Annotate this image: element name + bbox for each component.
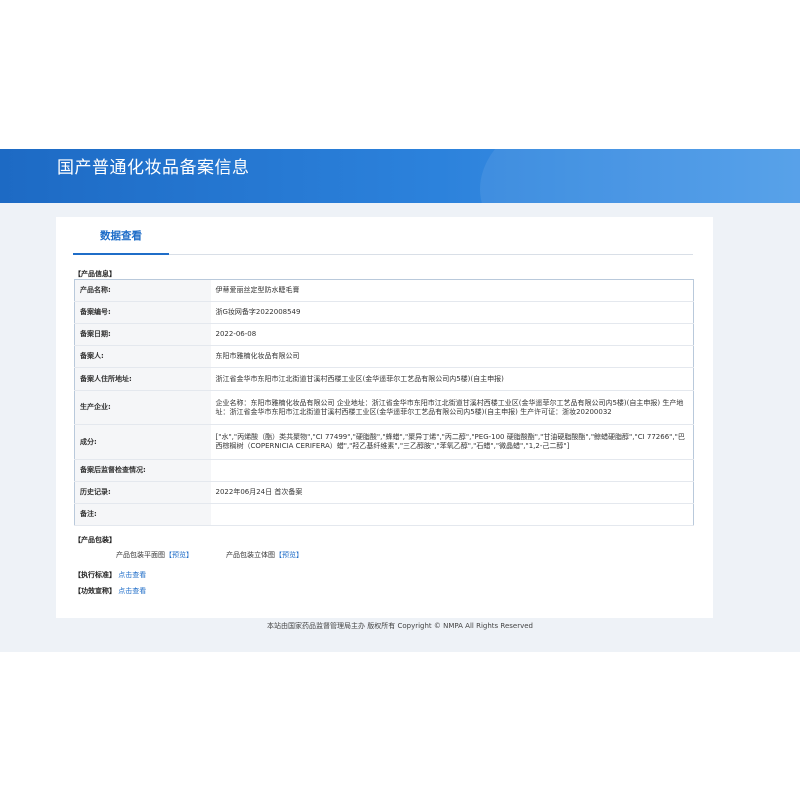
table-row: 备案日期: 2022-06-08 [74, 323, 694, 346]
table-row: 生产企业: 企业名称：东阳市雅楠化妆品有限公司 企业地址：浙江省金华市东阳市江北… [74, 390, 694, 425]
packaging-flat-preview-link[interactable]: 【预览】 [165, 551, 193, 559]
table-row: 备案人: 东阳市雅楠化妆品有限公司 [74, 345, 694, 368]
packaging-solid-item: 产品包装立体图【预览】 [226, 550, 303, 560]
row-key: 历史记录: [74, 481, 211, 504]
product-info-table: 产品名称: 伊蒂爱丽丝定型防水睫毛膏 备案编号: 浙G妆网备字202200854… [74, 279, 694, 526]
tab-bar: 数据查看 [73, 217, 693, 255]
row-key: 生产企业: [74, 390, 211, 425]
footer-copyright: 本站由国家药品监督管理局主办 版权所有 Copyright © NMPA All… [267, 622, 533, 630]
packaging-flat-label: 产品包装平面图 [116, 551, 165, 559]
standard-row: 【执行标准】 点击查看 [74, 570, 146, 580]
packaging-flat-item: 产品包装平面图【预览】 [116, 550, 193, 560]
standard-label: 【执行标准】 [74, 571, 116, 579]
row-value: ["水","丙烯酸（酯）类共聚物","CI 77499","硬脂酸","蜂蜡",… [210, 424, 694, 460]
row-value: 2022-06-08 [210, 323, 694, 346]
content-card: 数据查看 【产品信息】 产品名称: 伊蒂爱丽丝定型防水睫毛膏 备案编号: 浙G妆… [56, 217, 713, 618]
row-value [210, 459, 694, 482]
row-key: 产品名称: [74, 279, 211, 302]
table-row: 备案后监督检查情况: [74, 459, 694, 482]
row-value: 2022年06月24日 首次备案 [210, 481, 694, 504]
row-key: 备案日期: [74, 323, 211, 346]
product-info-section-label: 【产品信息】 [74, 270, 116, 278]
packaging-section-label: 【产品包装】 [74, 536, 116, 544]
packaging-solid-label: 产品包装立体图 [226, 551, 275, 559]
row-value: 企业名称：东阳市雅楠化妆品有限公司 企业地址：浙江省金华市东阳市江北街道甘溪村西… [210, 390, 694, 425]
tab-data-view[interactable]: 数据查看 [73, 217, 169, 255]
row-value: 东阳市雅楠化妆品有限公司 [210, 345, 694, 368]
standard-view-link[interactable]: 点击查看 [118, 571, 146, 579]
packaging-solid-preview-link[interactable]: 【预览】 [275, 551, 303, 559]
table-row: 历史记录: 2022年06月24日 首次备案 [74, 481, 694, 504]
row-key: 备案编号: [74, 301, 211, 324]
row-key: 成分: [74, 424, 211, 460]
row-value: 浙江省金华市东阳市江北街道甘溪村西楼工业区(金华遥菲尔工艺品有限公司内5楼)(自… [210, 367, 694, 391]
row-key: 备案人: [74, 345, 211, 368]
row-value: 浙G妆网备字2022008549 [210, 301, 694, 324]
page: 国产普通化妆品备案信息 数据查看 【产品信息】 产品名称: 伊蒂爱丽丝定型防水睫… [0, 0, 800, 800]
table-row: 产品名称: 伊蒂爱丽丝定型防水睫毛膏 [74, 279, 694, 302]
table-row: 备注: [74, 503, 694, 526]
table-row: 备案编号: 浙G妆网备字2022008549 [74, 301, 694, 324]
row-key: 备注: [74, 503, 211, 526]
table-row: 备案人住所地址: 浙江省金华市东阳市江北街道甘溪村西楼工业区(金华遥菲尔工艺品有… [74, 367, 694, 391]
row-value: 伊蒂爱丽丝定型防水睫毛膏 [210, 279, 694, 302]
efficacy-label: 【功效宣称】 [74, 587, 116, 595]
row-value [210, 503, 694, 526]
row-key: 备案后监督检查情况: [74, 459, 211, 482]
row-key: 备案人住所地址: [74, 367, 211, 391]
efficacy-view-link[interactable]: 点击查看 [118, 587, 146, 595]
table-row: 成分: ["水","丙烯酸（酯）类共聚物","CI 77499","硬脂酸","… [74, 424, 694, 460]
efficacy-row: 【功效宣称】 点击查看 [74, 586, 146, 596]
page-title: 国产普通化妆品备案信息 [57, 158, 250, 178]
packaging-section: 【产品包装】 产品包装平面图【预览】 产品包装立体图【预览】 [74, 535, 674, 565]
header-banner: 国产普通化妆品备案信息 [0, 149, 800, 203]
